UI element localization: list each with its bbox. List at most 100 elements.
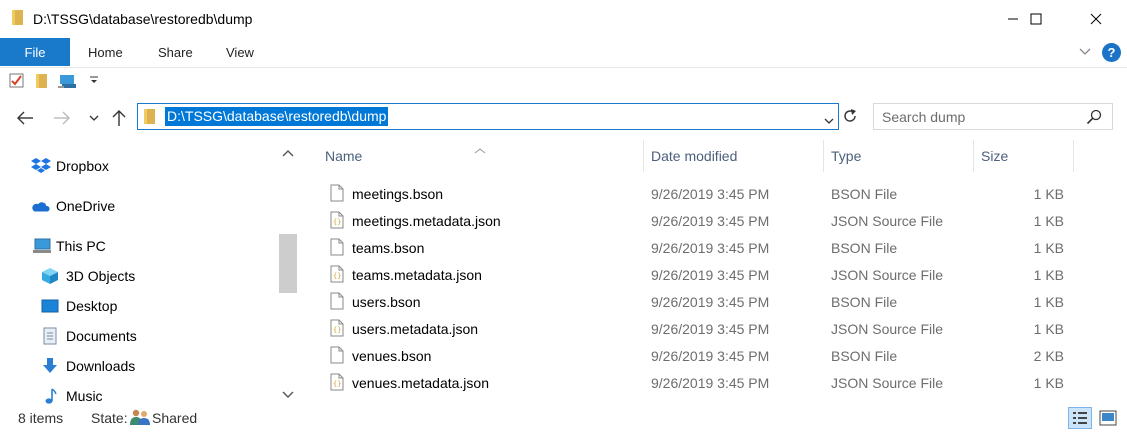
file-date-modified: 9/26/2019 3:45 PM: [651, 348, 770, 364]
nav-item-label: Music: [66, 388, 103, 404]
nav-item-documents[interactable]: Documents: [0, 324, 270, 348]
shared-users-icon: [130, 408, 150, 429]
up-arrow-icon: [112, 110, 126, 126]
search-box[interactable]: [873, 103, 1113, 130]
file-size: 1 KB: [1033, 294, 1064, 310]
file-type: JSON Source File: [831, 375, 944, 391]
shared-label: Shared: [152, 410, 198, 426]
column-name-label: Name: [325, 148, 363, 164]
file-type: BSON File: [831, 348, 898, 364]
customize-toolbar-icon[interactable]: [89, 72, 99, 89]
scrollbar-thumb[interactable]: [279, 234, 297, 293]
column-divider[interactable]: [643, 140, 644, 172]
dropbox-icon: [31, 157, 51, 175]
close-button[interactable]: [1073, 0, 1119, 38]
nav-item-label: This PC: [56, 238, 106, 254]
search-input[interactable]: [882, 109, 1082, 125]
svg-text:{}: {}: [333, 380, 341, 388]
json-file-icon: {}: [330, 319, 344, 340]
tab-view[interactable]: View: [226, 38, 254, 66]
file-date-modified: 9/26/2019 3:45 PM: [651, 267, 770, 283]
column-divider[interactable]: [973, 140, 974, 172]
network-drive-icon[interactable]: [58, 73, 78, 92]
properties-icon[interactable]: [9, 73, 25, 92]
navigation-scrollbar[interactable]: [278, 140, 298, 405]
address-path[interactable]: D:\TSSG\database\restoredb\dump: [165, 107, 389, 126]
downloads-icon: [40, 357, 60, 375]
nav-item-3d-objects[interactable]: 3D Objects: [0, 264, 270, 288]
file-name: teams.metadata.json: [352, 267, 482, 283]
file-row[interactable]: teams.bson 9/26/2019 3:45 PM BSON File 1 KB: [324, 234, 1084, 261]
refresh-icon[interactable]: [841, 107, 861, 127]
scroll-down-icon[interactable]: [282, 385, 294, 401]
tab-home[interactable]: Home: [88, 38, 123, 66]
file-name: meetings.metadata.json: [352, 213, 501, 229]
nav-item-label: Downloads: [66, 358, 136, 374]
file-type: BSON File: [831, 294, 898, 310]
scroll-up-icon[interactable]: [282, 145, 294, 161]
json-file-icon: {}: [330, 211, 344, 232]
expand-ribbon-icon[interactable]: [1078, 45, 1092, 61]
forward-button[interactable]: [52, 108, 72, 128]
file-name: meetings.bson: [352, 186, 444, 202]
column-divider[interactable]: [1073, 140, 1074, 172]
file-row[interactable]: venues.bson 9/26/2019 3:45 PM BSON File 2 K…: [324, 342, 1084, 369]
forward-arrow-icon: [54, 111, 70, 125]
file-row[interactable]: {} meetings.metadata.json 9/26/2019 3:45 P…: [324, 207, 1084, 234]
search-icon[interactable]: [1086, 109, 1102, 128]
maximize-button[interactable]: [1013, 0, 1059, 38]
file-row[interactable]: users.bson 9/26/2019 3:45 PM BSON File 1 KB: [324, 288, 1084, 315]
up-button[interactable]: [109, 108, 129, 128]
svg-text:{}: {}: [333, 272, 341, 280]
tab-share[interactable]: Share: [158, 38, 193, 66]
file-size: 1 KB: [1033, 186, 1064, 202]
column-divider[interactable]: [823, 140, 824, 172]
column-date-label: Date modified: [651, 148, 738, 164]
tab-file[interactable]: File: [0, 38, 70, 66]
chevron-down-icon[interactable]: [824, 112, 834, 128]
title-bar: D:\TSSG\database\restoredb\dump: [0, 0, 1127, 38]
3d-objects-icon: [40, 267, 60, 285]
details-view-button[interactable]: [1068, 407, 1092, 429]
file-date-modified: 9/26/2019 3:45 PM: [651, 186, 770, 202]
back-arrow-icon: [17, 111, 33, 125]
navigation-pane: Dropbox OneDrive This PC 3D Objects Desk…: [0, 140, 278, 405]
back-button[interactable]: [15, 108, 35, 128]
nav-item-label: 3D Objects: [66, 268, 136, 284]
file-size: 1 KB: [1033, 321, 1064, 337]
file-name: teams.bson: [352, 240, 425, 256]
column-header-type[interactable]: Type: [831, 140, 973, 172]
large-icons-view-button[interactable]: [1098, 408, 1118, 428]
file-row[interactable]: {} teams.metadata.json 9/26/2019 3:45 PM JS…: [324, 261, 1084, 288]
nav-item-dropbox[interactable]: Dropbox: [0, 154, 270, 178]
address-bar-row: D:\TSSG\database\restoredb\dump: [0, 96, 1127, 140]
music-icon: [40, 387, 60, 405]
nav-item-this-pc[interactable]: This PC: [0, 234, 270, 258]
file-icon: [330, 292, 344, 313]
nav-item-desktop[interactable]: Desktop: [0, 294, 270, 318]
file-date-modified: 9/26/2019 3:45 PM: [651, 240, 770, 256]
new-folder-icon[interactable]: [35, 73, 49, 92]
nav-item-label: Desktop: [66, 298, 118, 314]
nav-item-onedrive[interactable]: OneDrive: [0, 194, 270, 218]
chevron-down-icon: [89, 115, 99, 121]
desktop-icon: [40, 297, 60, 315]
file-row[interactable]: {} users.metadata.json 9/26/2019 3:45 PM JS…: [324, 315, 1084, 342]
file-type: BSON File: [831, 186, 898, 202]
details-view-icon: [1073, 412, 1087, 424]
file-type: JSON Source File: [831, 321, 944, 337]
quick-access-toolbar: [0, 67, 1127, 95]
column-header-date[interactable]: Date modified: [651, 140, 823, 172]
window-title: D:\TSSG\database\restoredb\dump: [33, 11, 253, 27]
address-bar[interactable]: D:\TSSG\database\restoredb\dump: [137, 103, 839, 130]
file-row[interactable]: {} venues.metadata.json 9/26/2019 3:45 PM J…: [324, 369, 1084, 396]
file-row[interactable]: meetings.bson 9/26/2019 3:45 PM BSON File 1…: [324, 180, 1084, 207]
column-header-size[interactable]: Size: [981, 140, 1073, 172]
file-size: 1 KB: [1033, 267, 1064, 283]
recent-locations-button[interactable]: [84, 108, 104, 128]
file-icon: [330, 184, 344, 205]
column-header-name[interactable]: Name: [325, 140, 643, 172]
nav-item-downloads[interactable]: Downloads: [0, 354, 270, 378]
help-button[interactable]: ?: [1102, 43, 1121, 62]
documents-icon: [40, 327, 60, 345]
